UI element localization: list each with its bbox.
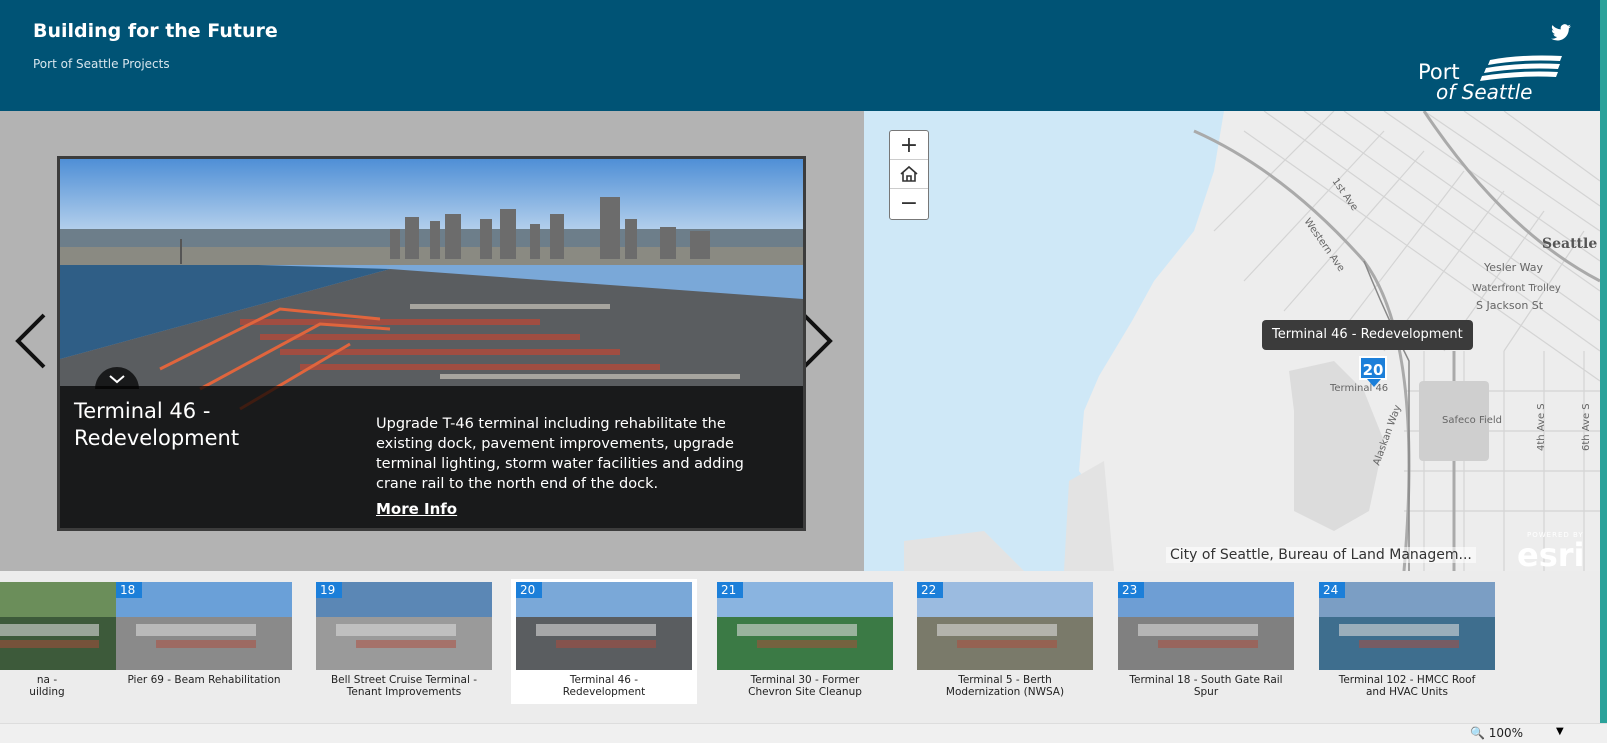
map-label-jackson: S Jackson St bbox=[1476, 299, 1544, 312]
map-marker-tail bbox=[1367, 379, 1381, 387]
carousel-item-label: Terminal 46 - Redevelopment bbox=[562, 674, 646, 698]
carousel-item[interactable]: 24 Terminal 102 - HMCC Roof and HVAC Unit… bbox=[1314, 579, 1500, 704]
carousel-item-label: Terminal 102 - HMCC Roof and HVAC Units bbox=[1338, 674, 1476, 698]
map-label-safeco: Safeco Field bbox=[1442, 415, 1502, 426]
carousel-item-number: 18 bbox=[116, 582, 142, 598]
map-label-yesler: Yesler Way bbox=[1483, 261, 1544, 274]
window-edge bbox=[1600, 0, 1607, 723]
collapse-caption-button[interactable] bbox=[95, 367, 139, 389]
app-header: Building for the Future Port of Seattle … bbox=[0, 0, 1600, 111]
carousel-item-number: 19 bbox=[316, 582, 342, 598]
carousel-item-number: 23 bbox=[1118, 582, 1144, 598]
story-photo: Terminal 46 - Redevelopment Upgrade T-46… bbox=[57, 156, 806, 531]
project-carousel: na - uilding 18 Pier 69 - Beam Rehabilitat… bbox=[0, 571, 1600, 723]
story-panel: Terminal 46 - Redevelopment Upgrade T-46… bbox=[0, 111, 864, 571]
map-label-seattle: Seattle bbox=[1542, 236, 1597, 252]
carousel-item[interactable]: 18 Pier 69 - Beam Rehabilitation bbox=[111, 579, 297, 704]
map-tooltip: Terminal 46 - Redevelopment bbox=[1262, 320, 1473, 350]
carousel-item-label: Terminal 5 - Berth Modernization (NWSA) bbox=[945, 674, 1065, 698]
map-label-waterfront: Waterfront Trolley bbox=[1472, 283, 1561, 294]
status-bar: 🔍 100% ▼ bbox=[0, 723, 1607, 743]
carousel-item[interactable]: 22 Terminal 5 - Berth Modernization (NWSA… bbox=[912, 579, 1098, 704]
carousel-item-number: 21 bbox=[717, 582, 743, 598]
port-of-seattle-logo: Port of Seattle bbox=[1418, 52, 1568, 104]
carousel-thumbnail bbox=[717, 582, 893, 670]
carousel-item[interactable]: 19 Bell Street Cruise Terminal - Tenant I… bbox=[311, 579, 497, 704]
zoom-control: + − bbox=[889, 130, 929, 220]
page-title: Building for the Future bbox=[33, 20, 278, 42]
carousel-thumbnail bbox=[1118, 582, 1294, 670]
twitter-icon[interactable] bbox=[1550, 24, 1572, 42]
zoom-in-button[interactable]: + bbox=[890, 131, 928, 160]
carousel-item-label: Terminal 18 - South Gate Rail Spur bbox=[1129, 674, 1283, 698]
carousel-thumbnail bbox=[316, 582, 492, 670]
carousel-thumbnail bbox=[516, 582, 692, 670]
esri-text: esri bbox=[1517, 536, 1585, 571]
carousel-item-label: Pier 69 - Beam Rehabilitation bbox=[127, 674, 281, 686]
logo-seattle-text: of Seattle bbox=[1436, 80, 1533, 104]
map-label-fourth: 4th Ave S bbox=[1536, 403, 1547, 451]
story-caption: Terminal 46 - Redevelopment Upgrade T-46… bbox=[60, 386, 803, 528]
carousel-item[interactable]: 20 Terminal 46 - Redevelopment bbox=[511, 579, 697, 704]
basemap: Seattle Yesler Way Waterfront Trolley S … bbox=[904, 111, 1600, 571]
map-panel[interactable]: Seattle Yesler Way Waterfront Trolley S … bbox=[864, 111, 1600, 571]
zoom-out-button[interactable]: − bbox=[890, 189, 928, 218]
carousel-thumbnail bbox=[1319, 582, 1495, 670]
carousel-thumbnail bbox=[917, 582, 1093, 670]
previous-arrow-icon[interactable] bbox=[12, 311, 52, 371]
home-button[interactable] bbox=[890, 160, 928, 189]
story-title: Terminal 46 - Redevelopment bbox=[74, 399, 240, 450]
carousel-thumbnail bbox=[116, 582, 292, 670]
map-attribution: City of Seattle, Bureau of Land Managem.… bbox=[1166, 547, 1476, 563]
map-label-sixth: 6th Ave S bbox=[1581, 403, 1592, 451]
chevron-down-icon bbox=[109, 375, 125, 384]
zoom-level-value: 100% bbox=[1488, 726, 1524, 740]
carousel-item-number: 20 bbox=[516, 582, 542, 598]
map-marker-20[interactable]: 20 bbox=[1359, 356, 1387, 380]
home-icon bbox=[900, 165, 918, 182]
carousel-item-label: Terminal 30 - Former Chevron Site Cleanu… bbox=[748, 674, 862, 698]
zoom-dropdown-icon[interactable]: ▼ bbox=[1556, 726, 1564, 737]
carousel-item-number: 22 bbox=[917, 582, 943, 598]
zoom-level[interactable]: 🔍 100% bbox=[1470, 726, 1523, 740]
carousel-item-label: Bell Street Cruise Terminal - Tenant Imp… bbox=[330, 674, 478, 698]
more-info-link[interactable]: More Info bbox=[376, 500, 457, 518]
carousel-item[interactable]: 23 Terminal 18 - South Gate Rail Spur bbox=[1113, 579, 1299, 704]
carousel-item[interactable]: 21 Terminal 30 - Former Chevron Site Clea… bbox=[712, 579, 898, 704]
carousel-item-number: 24 bbox=[1319, 582, 1345, 598]
page-subtitle: Port of Seattle Projects bbox=[33, 57, 170, 71]
story-description: Upgrade T-46 terminal including rehabili… bbox=[376, 416, 744, 492]
